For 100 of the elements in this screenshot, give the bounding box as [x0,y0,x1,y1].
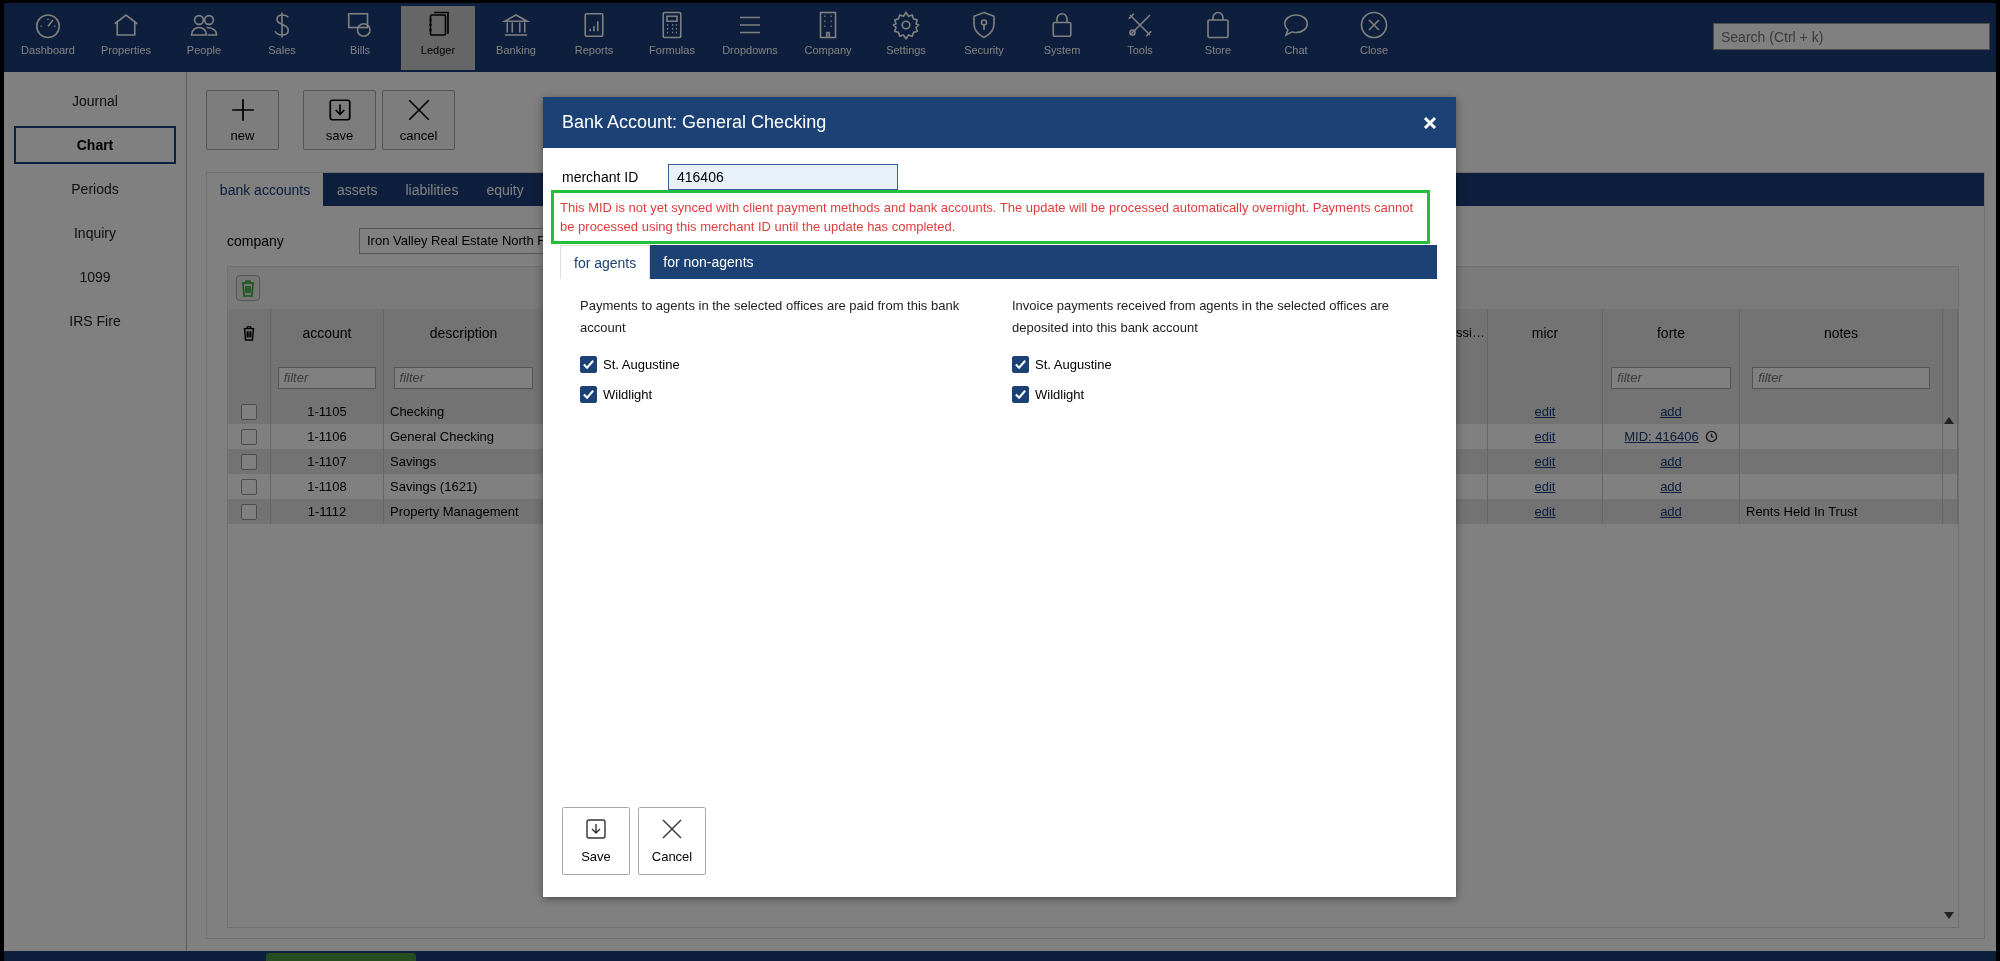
edit-link[interactable]: edit [1534,479,1556,494]
dialog-button[interactable]: Cancel [638,807,706,875]
nav-item[interactable]: Settings [869,6,943,70]
column-header[interactable]: ssi… [1456,325,1485,340]
checkbox[interactable] [1012,385,1029,403]
dialog-button[interactable]: Save [562,807,630,875]
forte-link[interactable]: MID: 416406 [1624,429,1718,444]
close-button[interactable] [1423,115,1437,130]
nav-item[interactable]: Company [791,6,865,70]
tab[interactable]: bank accounts [207,173,323,206]
filter-field[interactable]: filter [1752,366,1930,389]
row-checkbox[interactable] [241,403,257,420]
clock-icon [1704,430,1718,443]
edit-link[interactable]: edit [1534,504,1556,519]
close-icon [1359,10,1389,40]
row-checkbox[interactable] [241,478,257,495]
nav-item[interactable]: Formulas [635,6,709,70]
toolbar-button[interactable]: cancel [382,90,455,150]
column-header[interactable]: account [302,324,352,341]
sidebar-item[interactable]: Inquiry [14,214,176,252]
sidebar-item[interactable]: Journal [14,82,176,120]
forte-link[interactable]: add [1660,504,1682,519]
sidebar-item[interactable]: IRS Fire [14,302,176,340]
column-header[interactable]: micr [1531,324,1559,341]
checkbox[interactable] [580,355,597,373]
row-checkbox[interactable] [241,428,257,445]
table-cell: 1-1106 [307,429,347,444]
table-cell: 1-1112 [307,504,347,519]
nav-item[interactable]: Ledger [401,6,475,70]
nav-item[interactable]: Bills [323,6,397,70]
close-icon [660,817,684,841]
section-description: Payments to agents in the selected offices are paid from this bank account [580,297,961,337]
row-checkbox[interactable] [241,503,257,520]
forte-link[interactable]: add [1660,404,1682,419]
trash-icon [242,323,256,342]
search-field[interactable]: Search (Ctrl + k) [1713,23,1990,50]
column-header[interactable]: notes [1823,324,1859,341]
table-cell: 1-1108 [307,479,347,494]
dialog-title: Bank Account: General Checking [562,112,827,133]
nav-item[interactable]: Banking [479,6,553,70]
tab[interactable]: for agents [560,245,651,279]
delete-button[interactable] [236,275,260,301]
nav-item[interactable]: Tools [1103,6,1177,70]
checkbox[interactable] [1012,355,1029,373]
field-label: merchant ID [562,169,640,185]
edit-link[interactable]: edit [1534,429,1556,444]
table-cell: Rents Held In Trust [1746,504,1858,519]
edit-link[interactable]: edit [1534,404,1556,419]
toolbar-button[interactable]: save [303,90,376,150]
tab[interactable]: liabilities [391,173,473,206]
table-cell: Savings (1621) [390,479,478,494]
nav-item[interactable]: Store [1181,6,1255,70]
field-label: company [227,233,285,249]
filter-field[interactable]: filter [277,366,377,389]
trash-icon [240,279,256,297]
nav-item[interactable]: Dropdowns [713,6,787,70]
nav-item[interactable]: People [167,6,241,70]
save-icon [584,817,608,841]
table-cell: Checking [390,404,445,419]
sidebar-item[interactable]: Chart [14,126,176,164]
nav-item[interactable]: Close [1337,6,1411,70]
table-cell: 1-1107 [307,454,347,469]
checkbox[interactable] [580,385,597,403]
nav-item[interactable]: Reports [557,6,631,70]
close-icon [1423,115,1437,130]
table-cell: Property Management [390,504,519,519]
table-cell: 1-1105 [307,404,347,419]
table-cell: General Checking [390,429,495,444]
column-header[interactable]: forte [1657,324,1685,341]
merchant-id-field[interactable]: 416406 [668,164,898,190]
sidebar-item[interactable]: Periods [14,170,176,208]
nav-item[interactable]: Properties [89,6,163,70]
edit-link[interactable]: edit [1534,454,1556,469]
nav-item[interactable]: Dashboard [11,6,85,70]
sidebar-item[interactable]: 1099 [14,258,176,296]
nav-item[interactable]: Sales [245,6,319,70]
nav-item[interactable]: Chat [1259,6,1333,70]
table-cell: Savings [390,454,437,469]
tab[interactable]: equity [472,173,538,206]
tab[interactable]: assets [323,173,392,206]
checkbox-label: Wildlight [1035,386,1085,402]
checkbox-label: Wildlight [603,386,653,402]
plus-icon [229,97,256,123]
save-icon [326,97,353,123]
forte-link[interactable]: add [1660,479,1682,494]
checkbox-label: St. Augustine [1035,356,1112,372]
row-checkbox[interactable] [241,453,257,470]
tab[interactable]: for non-agents [650,245,767,279]
nav-item[interactable]: System [1025,6,1099,70]
filter-field[interactable]: filter [1611,366,1731,389]
nav-item[interactable]: Security [947,6,1021,70]
section-description: Invoice payments received from agents in the selected offices are deposited into this bank account [1012,297,1390,337]
filter-field[interactable]: filter [393,366,534,389]
warning-message: This MID is not yet synced with client payment methods and bank accounts. The update will be processed automatically overnight. Payments cannot be processed using this merchant ID until the update has completed. [551,190,1430,244]
scroll-down-icon[interactable] [1944,912,1954,919]
forte-link[interactable]: add [1660,454,1682,469]
toolbar-button[interactable]: new [206,90,279,150]
column-header[interactable]: description [429,324,498,341]
checkbox-label: St. Augustine [603,356,680,372]
settings-icon [891,10,921,40]
